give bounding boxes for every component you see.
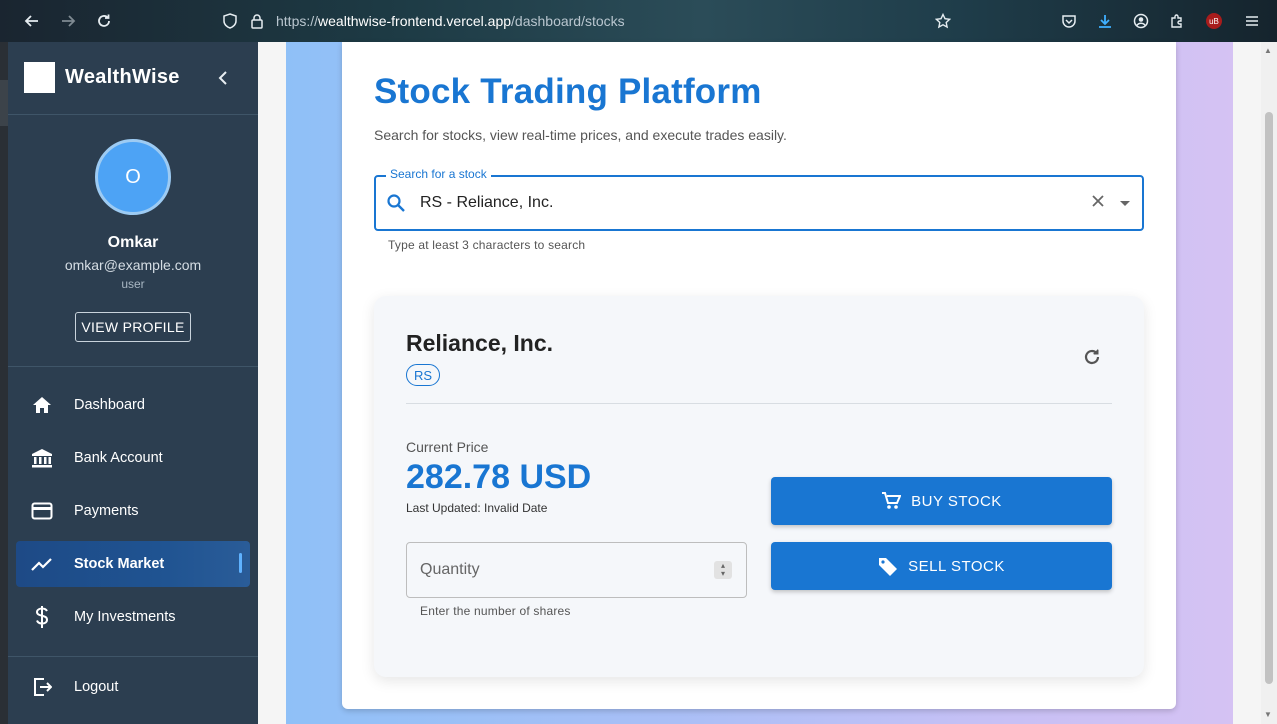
tag-icon	[878, 556, 898, 576]
search-helper-text: Type at least 3 characters to search	[388, 238, 586, 252]
trending-up-icon	[22, 557, 62, 571]
back-arrow-icon[interactable]	[21, 10, 43, 32]
bookmark-star-icon[interactable]	[932, 10, 954, 32]
divider	[8, 656, 258, 657]
buy-stock-label: BUY STOCK	[911, 492, 1002, 510]
buy-stock-button[interactable]: BUY STOCK	[771, 477, 1112, 525]
stock-details-card: Reliance, Inc. RS Current Price 282.78 U…	[374, 296, 1144, 677]
quantity-placeholder: Quantity	[420, 561, 480, 578]
sidebar-item-label: My Investments	[74, 609, 176, 625]
divider	[8, 366, 258, 367]
address-bar[interactable]: https://wealthwise-frontend.vercel.app/d…	[276, 13, 625, 29]
sidebar-item-label: Payments	[74, 503, 139, 519]
brand-name: WealthWise	[65, 66, 180, 88]
url-path: /dashboard/stocks	[511, 13, 625, 29]
extensions-puzzle-icon[interactable]	[1166, 10, 1188, 32]
quantity-helper-text: Enter the number of shares	[420, 604, 571, 618]
stock-trading-card: Stock Trading Platform Search for stocks…	[342, 42, 1176, 709]
logout-label: Logout	[74, 679, 119, 695]
dollar-icon	[22, 606, 62, 628]
ublock-badge: uB	[1206, 13, 1222, 29]
credit-card-icon	[22, 502, 62, 520]
current-price-label: Current Price	[406, 439, 489, 455]
cart-icon	[881, 492, 902, 510]
outer-left-strip	[0, 42, 8, 724]
refresh-icon[interactable]	[1081, 346, 1103, 373]
stock-symbol-chip: RS	[406, 364, 441, 386]
logout-button[interactable]: Logout	[16, 664, 250, 710]
user-email: omkar@example.com	[64, 257, 202, 273]
sidebar-item-dashboard[interactable]: Dashboard	[16, 382, 250, 428]
lock-icon[interactable]	[246, 10, 268, 32]
scroll-down-icon[interactable]: ▼	[1264, 710, 1272, 719]
last-updated: Last Updated: Invalid Date	[406, 501, 548, 515]
sidebar-item-my-investments[interactable]: My Investments	[16, 594, 250, 640]
menu-hamburger-icon[interactable]	[1241, 10, 1263, 32]
quantity-field[interactable]: Quantity ▴ ▾	[406, 542, 747, 598]
avatar[interactable]: O	[95, 139, 171, 215]
forward-arrow-icon[interactable]	[57, 10, 79, 32]
quantity-stepper[interactable]: ▴ ▾	[714, 561, 732, 579]
search-value: RS - Reliance, Inc.	[420, 194, 554, 211]
url-prefix: https://	[276, 13, 319, 29]
chevron-left-icon[interactable]	[213, 66, 233, 90]
home-icon	[22, 396, 62, 414]
dropdown-arrow-icon[interactable]	[1120, 201, 1130, 206]
scroll-up-icon[interactable]: ▲	[1264, 46, 1272, 55]
shield-icon[interactable]	[219, 10, 241, 32]
active-indicator	[239, 553, 242, 573]
sidebar-item-stock-market[interactable]: Stock Market	[16, 541, 250, 587]
url-host: wealthwise-frontend.vercel.app	[318, 13, 512, 29]
pocket-icon[interactable]	[1058, 10, 1080, 32]
sidebar-item-bank-account[interactable]: Bank Account	[16, 435, 250, 481]
stock-search-input[interactable]: Search for a stock RS - Reliance, Inc.	[374, 167, 1144, 231]
outer-left-marker	[0, 80, 8, 126]
brand[interactable]: WealthWise	[24, 62, 180, 93]
clear-icon[interactable]	[1090, 193, 1106, 214]
logout-icon	[22, 677, 62, 697]
search-label: Search for a stock	[386, 167, 491, 181]
user-role: user	[121, 277, 145, 291]
sidebar-item-label: Dashboard	[74, 397, 145, 413]
sidebar: WealthWise O Omkar omkar@example.com use…	[8, 42, 258, 724]
bank-icon	[22, 448, 62, 468]
reload-icon[interactable]	[93, 10, 115, 32]
divider	[406, 403, 1112, 404]
page-subtitle: Search for stocks, view real-time prices…	[374, 127, 787, 143]
browser-toolbar: https://wealthwise-frontend.vercel.app/d…	[0, 0, 1277, 42]
page-scrollbar[interactable]: ▲ ▼	[1261, 42, 1277, 724]
scrollbar-thumb[interactable]	[1265, 112, 1273, 684]
view-profile-button[interactable]: VIEW PROFILE	[75, 312, 191, 342]
sell-stock-label: SELL STOCK	[908, 557, 1005, 575]
ublock-icon[interactable]: uB	[1203, 10, 1225, 32]
search-icon	[386, 193, 406, 218]
current-price: 282.78 USD	[406, 458, 592, 496]
page-title: Stock Trading Platform	[374, 72, 762, 111]
user-name: Omkar	[107, 234, 159, 251]
stock-name: Reliance, Inc.	[406, 330, 554, 356]
account-icon[interactable]	[1130, 10, 1152, 32]
sell-stock-button[interactable]: SELL STOCK	[771, 542, 1112, 590]
logo-icon	[24, 62, 55, 93]
sidebar-item-payments[interactable]: Payments	[16, 488, 250, 534]
sidebar-item-label: Stock Market	[74, 556, 165, 572]
sidebar-item-label: Bank Account	[74, 450, 163, 466]
download-icon[interactable]	[1094, 10, 1116, 32]
divider	[8, 114, 258, 115]
